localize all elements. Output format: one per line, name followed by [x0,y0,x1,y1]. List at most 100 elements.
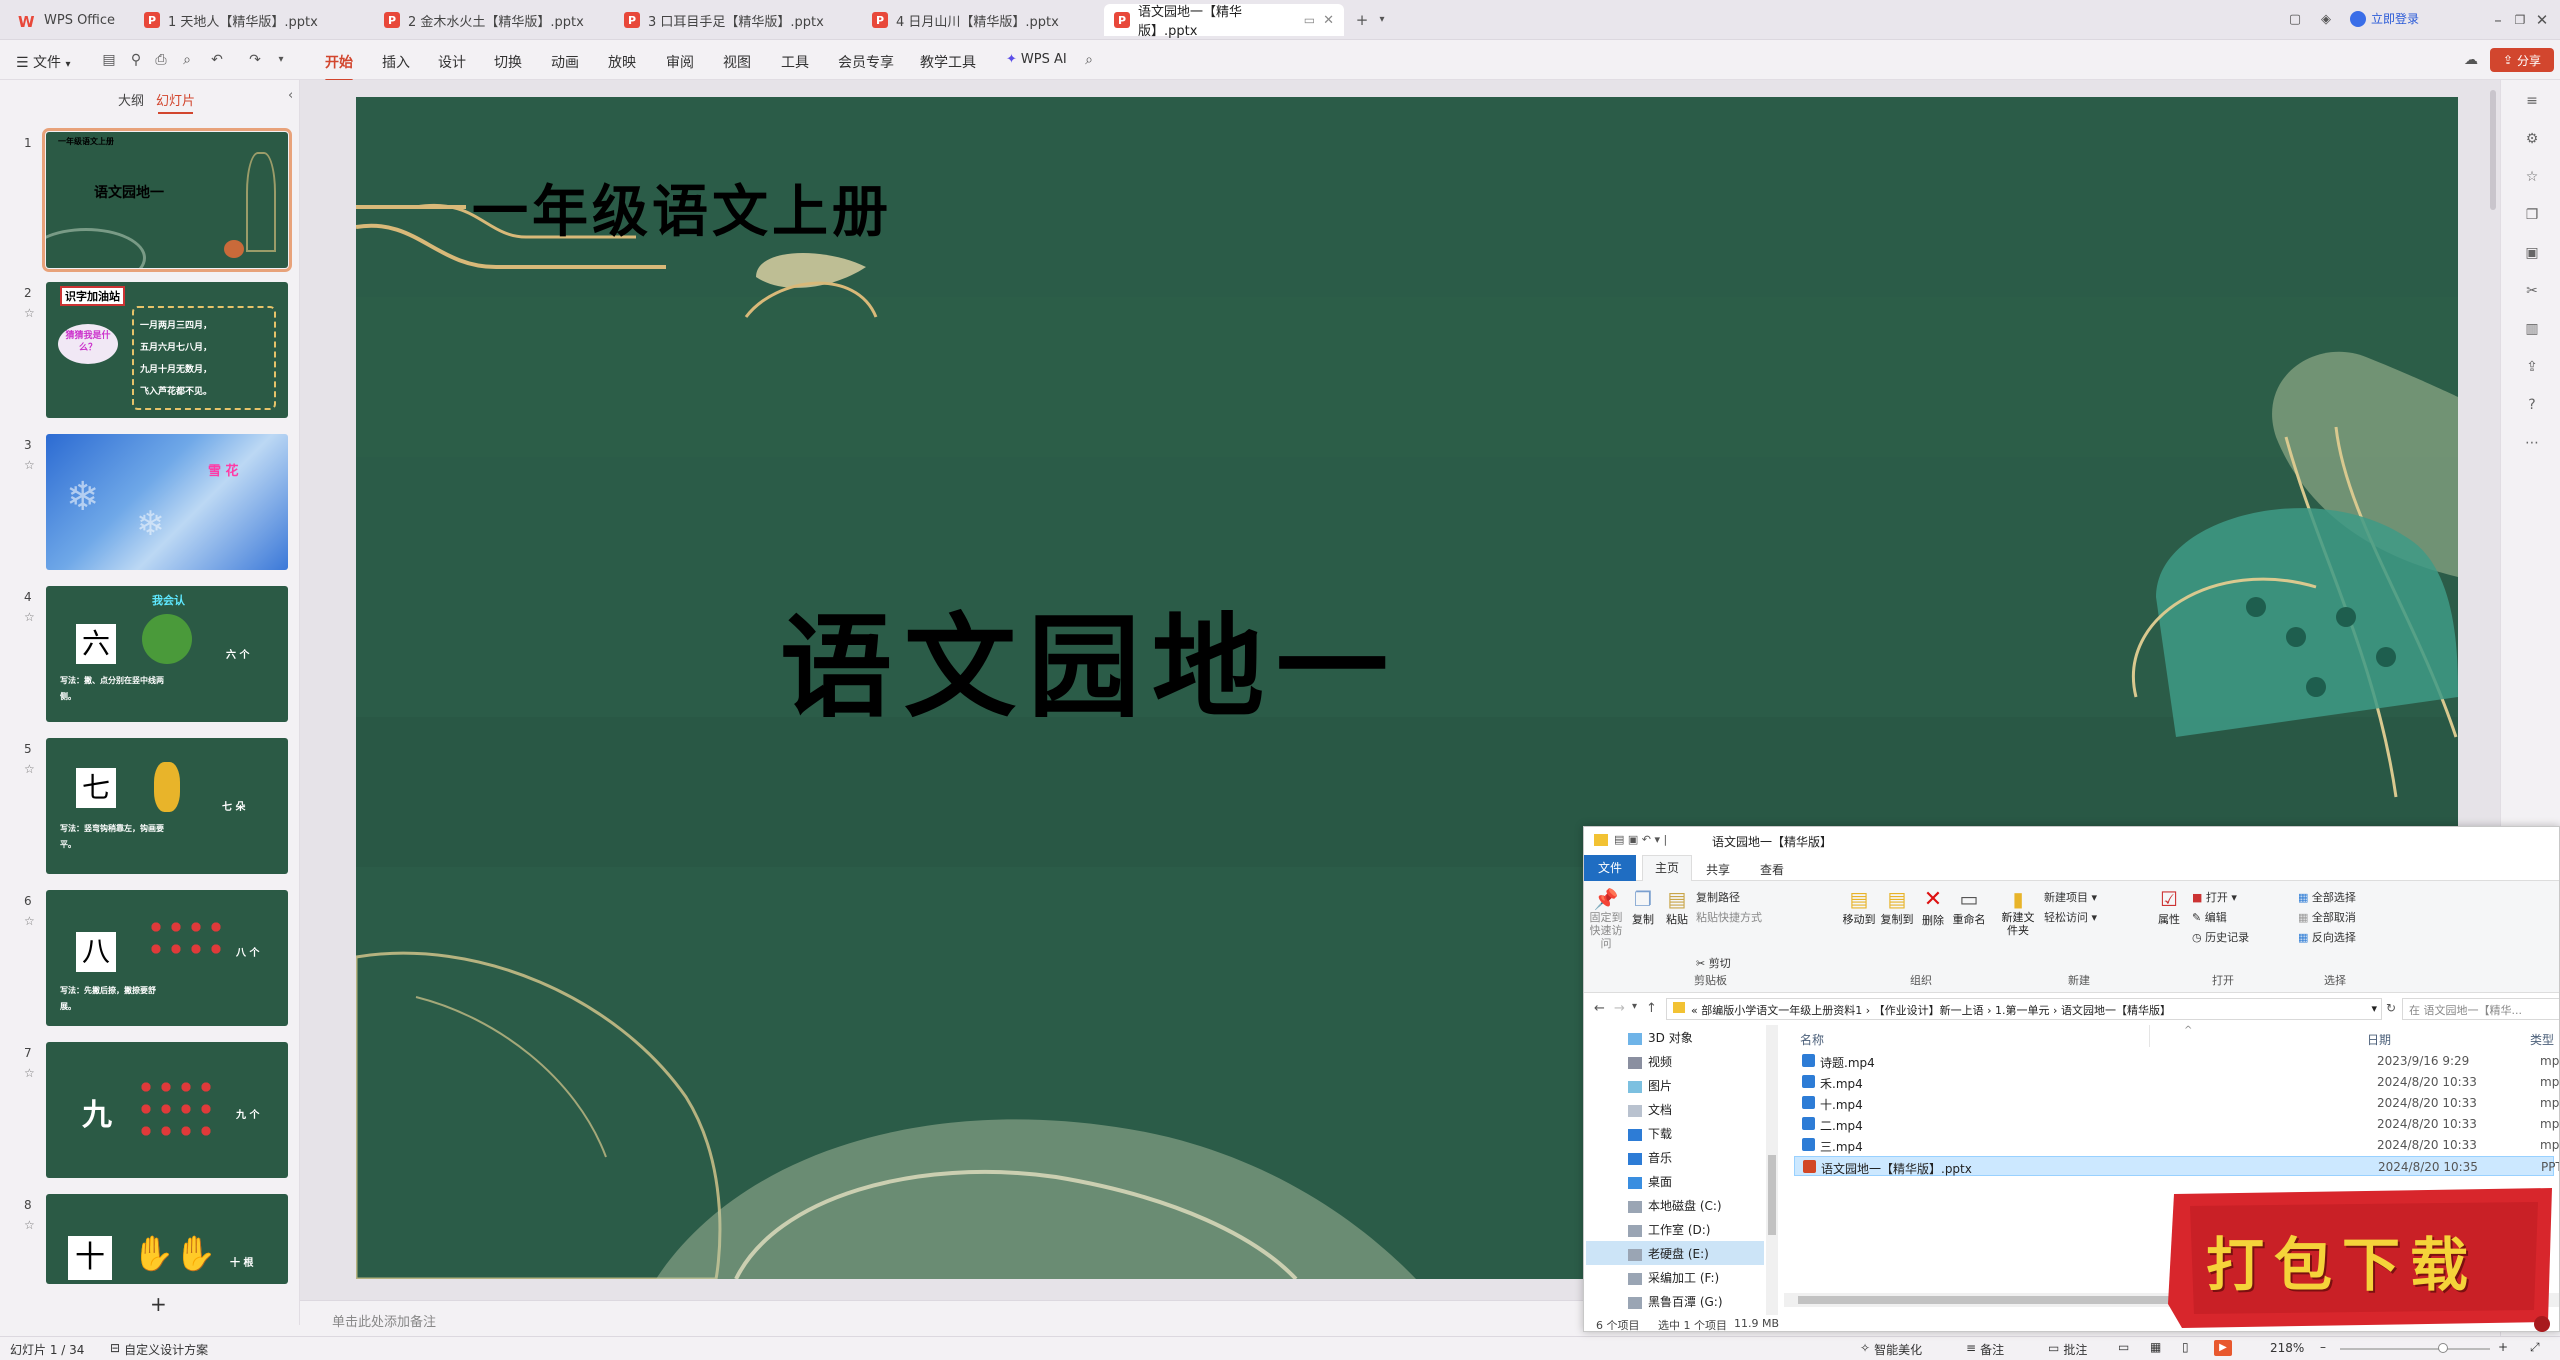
search-icon[interactable]: ⌕ [1080,51,1098,69]
add-slide-button[interactable]: + [150,1292,167,1316]
restore-icon[interactable]: ❐ [2510,10,2530,30]
file-row[interactable]: 二.mp4 2024/8/20 10:33 mp4 [1794,1114,2559,1134]
settings-sliders-icon[interactable]: ⚙ [2523,130,2541,148]
image-icon[interactable]: ▣ [2523,244,2541,262]
tree-item-downloads[interactable]: 下载 [1628,1125,1672,1142]
canvas-scrollbar[interactable] [2490,90,2496,210]
slide-thumbnail-7[interactable]: 九 九 个 [46,1042,288,1178]
zoom-slider-handle[interactable] [2438,1343,2448,1353]
new-folder-button[interactable]: ▮ 新建文件夹 [2000,887,2036,937]
chevron-down-icon[interactable]: ▾ [2371,1002,2377,1015]
fit-window-icon[interactable]: ⤢ [2530,1340,2540,1355]
tab-doc-4[interactable]: P 4 日月山川【精华版】.pptx [862,4,1098,36]
download-package-badge[interactable]: 打包下载 [2160,1184,2560,1332]
print-icon[interactable]: ⎙ [152,51,170,69]
tab-doc-1[interactable]: P 1 天地人【精华版】.pptx [134,4,370,36]
tree-scrollbar[interactable] [1766,1025,1778,1315]
tab-doc-5-active[interactable]: P 语文园地一【精华版】.pptx ▭ ✕ [1104,4,1344,39]
select-none-button[interactable]: ▦ 全部取消 [2298,909,2356,925]
play-icon[interactable]: ▶ [2214,1340,2232,1356]
zoom-in-icon[interactable]: + [2498,1340,2508,1354]
slide-thumbnail-6[interactable]: 八 八 个 写法：先撇后捺，撇捺要舒展。 [46,890,288,1026]
zoom-out-icon[interactable]: – [2320,1340,2326,1354]
column-type[interactable]: 类型 [2530,1031,2554,1048]
slide-thumbnail-4[interactable]: 我会认 六 六 个 写法：撇、点分别在竖中线两侧。 [46,586,288,722]
tab-tools[interactable]: 工具 [781,52,809,72]
recent-icon[interactable]: ▾ [1632,1001,1637,1012]
tree-item-documents[interactable]: 文档 [1628,1101,1672,1118]
redo-icon[interactable]: ↷ [246,51,264,69]
close-window-icon[interactable]: ✕ [2532,10,2552,30]
select-all-button[interactable]: ▦ 全部选择 [2298,889,2356,905]
invert-selection-button[interactable]: ▦ 反向选择 [2298,929,2356,945]
star-icon[interactable]: ☆ [24,610,35,624]
file-row[interactable]: 诗题.mp4 2023/9/16 9:29 mp4 [1794,1051,2559,1071]
share-button[interactable]: ⇪ 分享 [2490,48,2554,72]
wps-ai-button[interactable]: ✦ WPS AI [1006,52,1067,67]
column-date[interactable]: 日期 [2367,1031,2391,1048]
file-row[interactable]: 十.mp4 2024/8/20 10:33 mp4 [1794,1093,2559,1113]
paste-button[interactable]: ▤ 粘贴 [1662,887,1692,927]
tree-item-drive-d[interactable]: 工作室 (D:) [1628,1221,1710,1238]
slide-thumbnail-8[interactable]: 十 ✋✋ 十 根 [46,1194,288,1284]
tab-home[interactable]: 主页 [1642,855,1692,881]
help-icon[interactable]: ? [2523,396,2541,414]
comments-button[interactable]: ▭ 批注 [2048,1341,2087,1358]
tree-item-drive-c[interactable]: 本地磁盘 (C:) [1628,1197,1722,1214]
reading-view-icon[interactable]: ▯ [2182,1340,2189,1354]
history-button[interactable]: ◷ 历史记录 [2192,929,2249,945]
more-icon[interactable]: ⋯ [2523,434,2541,452]
tab-wps-home[interactable]: W WPS Office [8,4,133,36]
window-mode-icon[interactable]: ▢ [2285,10,2305,30]
slide-thumbnail-2[interactable]: 识字加油站 猜猜我是什么？ 一月两月三四月， 五月六月七八月， 九月十月无数月，… [46,282,288,418]
tree-item-drive-e[interactable]: 老硬盘 (E:) [1628,1245,1709,1262]
share-icon[interactable]: ⇪ [2523,358,2541,376]
slide-subtitle[interactable]: 一年级语文上册 [472,167,892,248]
tree-scrollbar-thumb[interactable] [1768,1155,1776,1235]
star-icon[interactable]: ☆ [24,914,35,928]
tree-item-music[interactable]: 音乐 [1628,1149,1672,1166]
star-icon[interactable]: ☆ [24,1218,35,1232]
easy-access-button[interactable]: 轻松访问 ▾ [2044,909,2097,925]
file-row[interactable]: 三.mp4 2024/8/20 10:33 mp4 [1794,1135,2559,1155]
hscrollbar-thumb[interactable] [1798,1296,2178,1304]
column-name[interactable]: 名称 [1800,1031,1824,1048]
copy-button[interactable]: ❐ 复制 [1628,887,1658,927]
pin-icon[interactable]: ▭ [1304,13,1315,27]
open-button[interactable]: ■ 打开 ▾ [2192,889,2237,905]
notes-button[interactable]: ≡ 备注 [1966,1341,2004,1358]
undo-icon[interactable]: ↶ [208,51,226,69]
slide-thumbnail-5[interactable]: 七 七 朵 写法：竖弯钩稍靠左，钩画要平。 [46,738,288,874]
open-icon[interactable]: ⚲ [127,51,145,69]
new-item-button[interactable]: 新建项目 ▾ [2044,889,2097,905]
file-row-selected[interactable]: 语文园地一【精华版】.pptx 2024/8/20 10:35 PPT [1794,1156,2559,1176]
tab-animation[interactable]: 动画 [551,52,579,72]
tools-icon[interactable]: ✂ [2523,282,2541,300]
paste-shortcut-button[interactable]: 粘贴快捷方式 [1696,909,1762,925]
tab-file[interactable]: 文件 [1584,855,1636,881]
cloud-icon[interactable]: ☁ [2462,51,2480,69]
tree-item-videos[interactable]: 视频 [1628,1053,1672,1070]
forward-icon[interactable]: → [1614,1001,1625,1016]
breadcrumb-item[interactable]: 【作业设计】新一上语 [1874,1004,1984,1017]
more-icon[interactable]: ▾ [272,51,290,69]
collapse-icon[interactable]: ‹ [288,88,293,103]
tab-view[interactable]: 查看 [1760,861,1784,878]
properties-icon[interactable]: ≡ [2523,92,2541,110]
copy-to-button[interactable]: ▤ 复制到 [1880,887,1914,927]
tree-item-desktop[interactable]: 桌面 [1628,1173,1672,1190]
new-tab-icon[interactable]: + [1352,10,1372,30]
address-bar[interactable]: « 部编版小学语文一年级上册资料1 › 【作业设计】新一上语 › 1.第一单元 … [1666,998,2382,1020]
file-row[interactable]: 禾.mp4 2024/8/20 10:33 mp4 [1794,1072,2559,1092]
file-menu[interactable]: ☰ 文件 ▾ [16,52,71,72]
slide-thumbnail-1[interactable]: 一年级语文上册 语文园地一 [42,128,292,272]
slide-title[interactable]: 语文园地一 [780,577,1400,739]
rename-button[interactable]: ▭ 重命名 [1950,887,1988,927]
tree-item-3d-objects[interactable]: 3D 对象 [1628,1029,1693,1046]
copy-icon[interactable]: ❐ [2523,206,2541,224]
tab-transition[interactable]: 切换 [494,52,522,72]
slide-sorter-icon[interactable]: ▦ [2150,1340,2161,1354]
tab-outline[interactable]: 大纲 [118,90,144,109]
breadcrumb-item[interactable]: 部编版小学语文一年级上册资料1 [1701,1004,1862,1017]
move-to-button[interactable]: ▤ 移动到 [1842,887,1876,927]
